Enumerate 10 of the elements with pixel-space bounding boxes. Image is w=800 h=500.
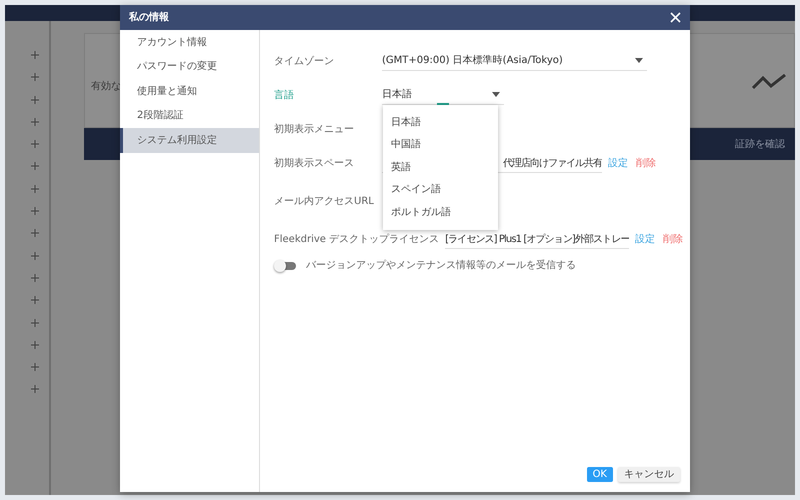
toggle-label: バージョンアップやメンテナンス情報等のメールを受信する — [306, 258, 576, 273]
card-text: 有効な — [91, 80, 121, 94]
dialog-title: 私の情報 — [129, 10, 169, 25]
field-label: タイムゾーン — [274, 54, 335, 68]
field-label: 初期表示メニュー — [274, 122, 355, 136]
field-label: 初期表示スペース — [274, 156, 355, 170]
field-label: メール内アクセスURL — [274, 194, 375, 208]
field-label: Fleekdrive デスクトップライセンス — [274, 232, 440, 246]
field-label: 言語 — [274, 88, 295, 102]
banner-text: 証跡を確認 — [735, 138, 785, 152]
